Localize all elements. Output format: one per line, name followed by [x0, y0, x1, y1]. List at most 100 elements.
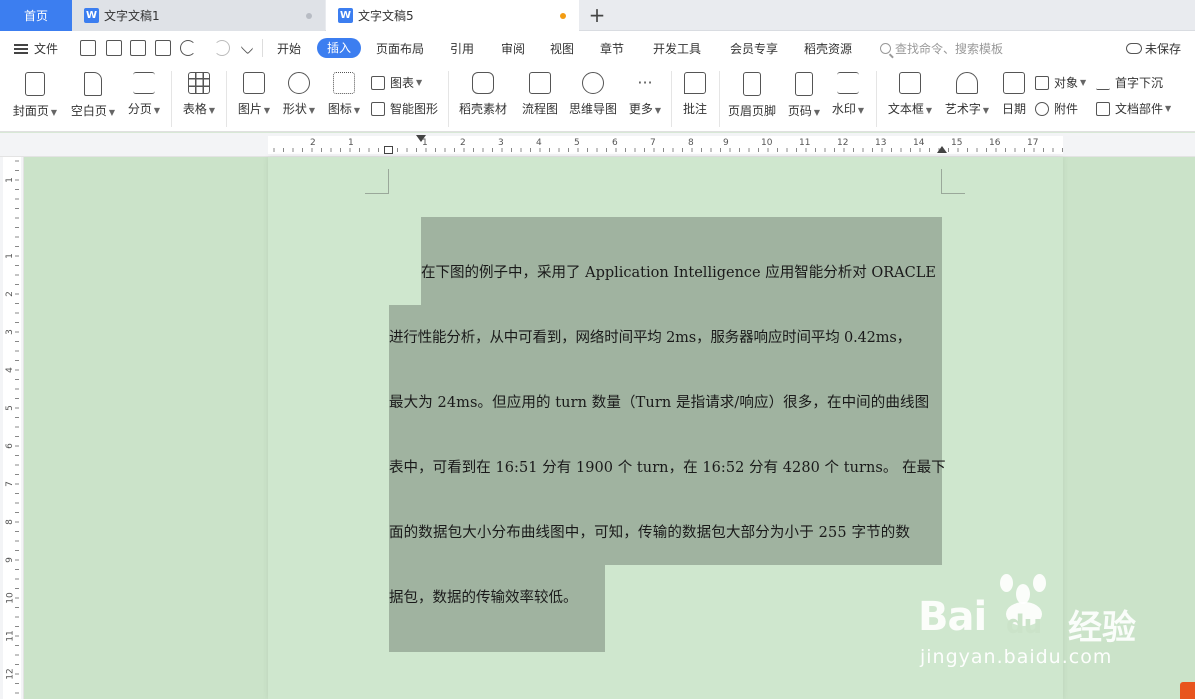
date-button[interactable]: 日期: [999, 65, 1029, 117]
right-indent-marker[interactable]: [937, 146, 947, 153]
ruler-number: 11: [799, 138, 811, 148]
print-icon[interactable]: [130, 40, 146, 56]
tab-insert[interactable]: 插入: [317, 38, 362, 58]
picture-button[interactable]: 图片 ▼: [236, 65, 272, 117]
tab-member[interactable]: 会员专享: [730, 39, 778, 59]
corner-logo-icon: [1180, 682, 1195, 699]
comment-button[interactable]: 批注: [680, 65, 710, 117]
table-label: 表格: [182, 102, 207, 116]
tab-developer[interactable]: 开发工具: [653, 39, 701, 59]
ruler-number: 7: [650, 138, 656, 148]
ruler-number: 5: [4, 405, 15, 411]
ruler-number: 17: [1027, 138, 1039, 148]
export-pdf-icon[interactable]: [106, 40, 122, 56]
blank-page-button[interactable]: 空白页 ▼: [70, 65, 116, 119]
smart-art-button[interactable]: 智能图形: [371, 100, 438, 117]
wordart-button[interactable]: 艺术字 ▼: [943, 65, 991, 117]
ruler-number: 10: [5, 592, 16, 604]
ruler-number: 16: [989, 138, 1001, 148]
customize-chevron-icon[interactable]: [240, 41, 254, 55]
new-tab-button[interactable]: +: [586, 4, 608, 26]
mindmap-icon: [582, 72, 604, 94]
chart-button[interactable]: 图表 ▼: [371, 74, 422, 91]
paragraph-line: 据包，数据的传输效率较低。: [389, 590, 578, 606]
tab-document-5[interactable]: W 文字文稿5: [326, 0, 579, 31]
textbox-icon: [899, 72, 921, 94]
hamburger-icon: [14, 43, 28, 54]
shape-icon: [288, 72, 310, 94]
unsaved-dot-icon[interactable]: [560, 13, 566, 19]
mindmap-label: 思维导图: [568, 102, 617, 116]
watermark-button[interactable]: 水印 ▼: [830, 65, 866, 117]
first-line-indent-marker[interactable]: [416, 135, 426, 142]
attachment-button[interactable]: 附件: [1035, 100, 1078, 117]
docer-material-button[interactable]: 稻壳素材: [457, 65, 509, 117]
attachment-label: 附件: [1054, 102, 1079, 116]
drop-cap-button[interactable]: 首字下沉: [1096, 74, 1163, 91]
table-icon: [188, 72, 210, 94]
table-button[interactable]: 表格 ▼: [181, 65, 217, 117]
icons-button[interactable]: 图标 ▼: [326, 65, 362, 117]
ruler-number: 5: [574, 138, 580, 148]
print-preview-icon[interactable]: [155, 40, 171, 56]
ruler-number: 10: [761, 138, 773, 148]
shape-button[interactable]: 形状 ▼: [281, 65, 317, 117]
horizontal-ruler[interactable]: 2 1 1 2 3 4 5 6 7 8 9 10 11 12 13 14 15 …: [0, 133, 1195, 157]
file-menu-button[interactable]: 文件: [14, 40, 58, 57]
flowchart-button[interactable]: 流程图: [520, 65, 560, 117]
divider: [448, 71, 449, 127]
watermark-url: jingyan.baidu.com: [920, 646, 1113, 668]
tab-view[interactable]: 视图: [550, 39, 574, 59]
divider: [719, 71, 720, 127]
tab-page-layout[interactable]: 页面布局: [376, 39, 424, 59]
more-button[interactable]: ··· 更多 ▼: [627, 65, 663, 117]
cover-page-button[interactable]: 封面页 ▼: [12, 65, 58, 119]
selection-highlight: [389, 565, 605, 652]
menu-bar: 文件 开始 插入 页面布局 引用 审阅 视图 章节 开发工具 会员专享 稻壳资源…: [0, 31, 1195, 65]
ruler-number: 12: [837, 138, 849, 148]
ruler-strip: 1 1 2 3 4 5 6 7 8 9 10 11 12: [3, 157, 21, 699]
tab-home[interactable]: 首页: [0, 0, 72, 31]
ruler-number: 6: [612, 138, 618, 148]
ruler-number: 13: [875, 138, 887, 148]
comment-icon: [684, 72, 706, 94]
paragraph-line: 进行性能分析，从中可看到，网络时间平均 2ms，服务器响应时间平均 0.42ms…: [389, 330, 911, 346]
page-break-icon: [133, 72, 155, 94]
tab-docer-resources[interactable]: 稻壳资源: [804, 39, 852, 59]
page-number-button[interactable]: 页码 ▼: [786, 65, 822, 119]
ruler-number: 1: [348, 138, 354, 148]
command-search[interactable]: 查找命令、搜索模板: [880, 40, 1003, 57]
picture-icon: [243, 72, 265, 94]
textbox-button[interactable]: 文本框 ▼: [886, 65, 934, 117]
tab-chapter[interactable]: 章节: [600, 39, 624, 59]
object-button[interactable]: 对象 ▼: [1035, 74, 1086, 91]
page-break-label: 分页: [127, 102, 152, 116]
header-footer-button[interactable]: 页眉页脚: [726, 65, 778, 119]
date-label: 日期: [1001, 102, 1026, 116]
close-tab-icon[interactable]: [306, 13, 312, 19]
ruler-number: 2: [460, 138, 466, 148]
tab-start[interactable]: 开始: [277, 39, 301, 59]
save-icon[interactable]: [80, 40, 96, 56]
paragraph-line: 最大为 24ms。但应用的 turn 数量（Turn 是指请求/响应）很多，在中…: [389, 395, 930, 411]
tab-document-1[interactable]: W 文字文稿1: [72, 0, 325, 31]
blank-page-label: 空白页: [70, 104, 107, 118]
textbox-label: 文本框: [887, 102, 924, 116]
tab-references[interactable]: 引用: [450, 39, 474, 59]
mindmap-button[interactable]: 思维导图: [568, 65, 618, 117]
document-parts-button[interactable]: 文档部件 ▼: [1096, 100, 1171, 117]
page-break-button[interactable]: 分页 ▼: [126, 65, 162, 117]
tab-review[interactable]: 审阅: [501, 39, 525, 59]
paragraph-line: 表中，可看到在 16:51 分有 1900 个 turn，在 16:52 分有 …: [389, 460, 946, 476]
object-icon: [1035, 75, 1049, 90]
redo-icon[interactable]: [214, 40, 230, 56]
vertical-ruler[interactable]: 1 1 2 3 4 5 6 7 8 9 10 11 12: [0, 157, 24, 699]
left-indent-marker[interactable]: [384, 146, 393, 154]
ruler-number: 8: [4, 519, 15, 525]
crop-mark: [941, 169, 942, 193]
wordart-icon: [956, 72, 978, 94]
undo-icon[interactable]: [180, 40, 196, 56]
baidu-jingyan-watermark: Bai du 经验 jingyan.baidu.com: [918, 572, 1138, 672]
tab-label: 文字文稿5: [358, 9, 414, 23]
save-status-button[interactable]: 未保存: [1126, 40, 1181, 57]
